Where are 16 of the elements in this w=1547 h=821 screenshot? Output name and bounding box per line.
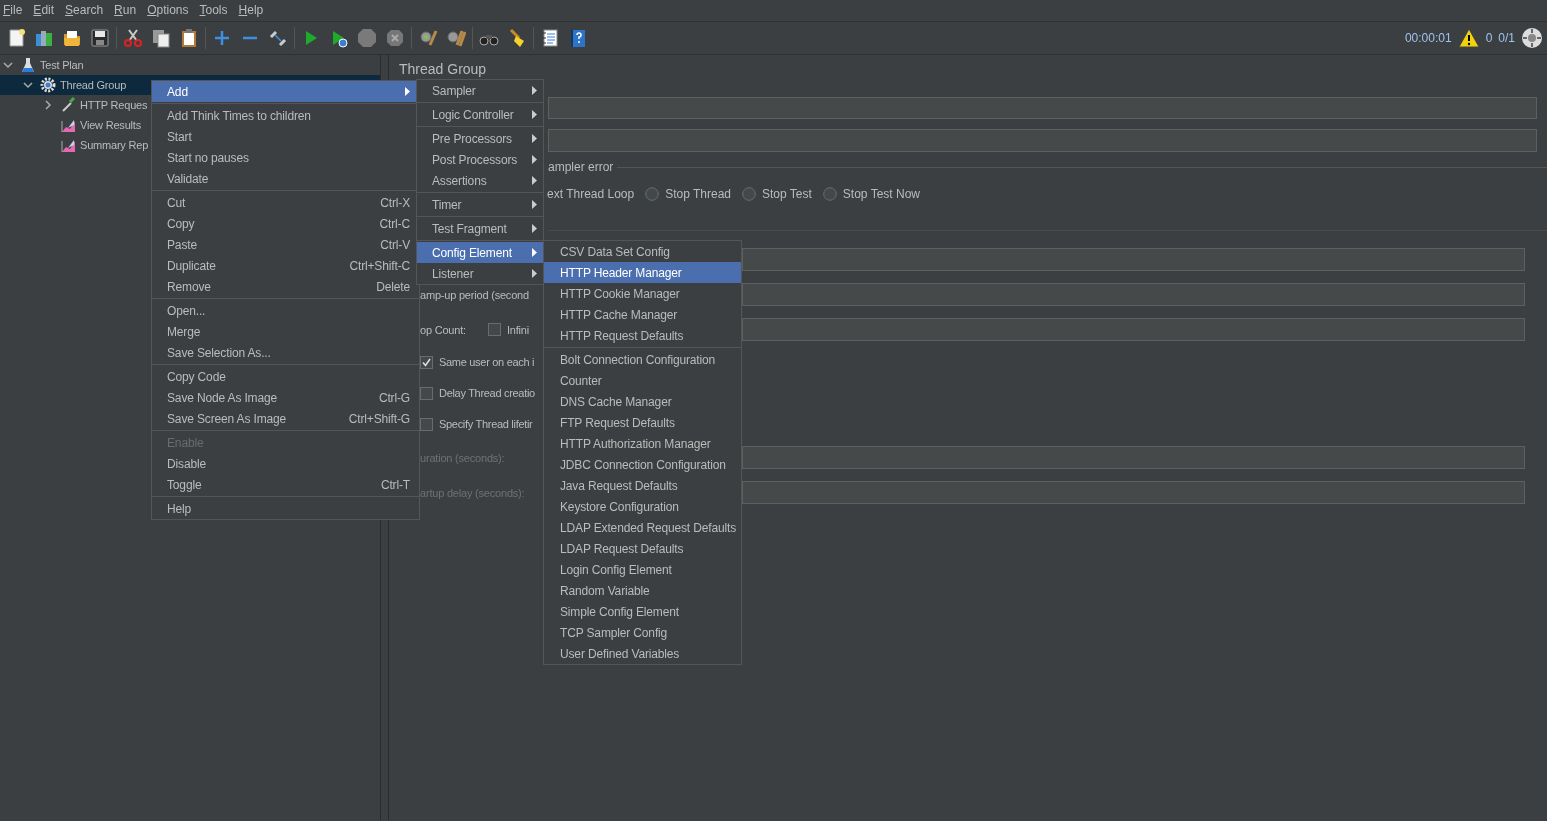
field-label: op Count: [420, 323, 466, 336]
shortcut-text: Ctrl-C [378, 216, 410, 231]
shortcut-text: Ctrl+Shift-G [347, 411, 410, 426]
shortcut-text: Ctrl-X [379, 195, 410, 210]
shortcut-text: Ctrl-V [379, 237, 410, 252]
panel-title: Thread Group [398, 61, 488, 79]
group-legend: ampler error [548, 160, 614, 174]
radio-label: ext Thread Loop [547, 187, 635, 201]
error-count: 0 [1485, 31, 1493, 45]
elapsed-time: 00:00:01 [1404, 31, 1452, 45]
field-label: amp-up period (second [420, 288, 529, 301]
shortcut-text: Ctrl-G [377, 390, 410, 405]
thread-count: 0/1 [1498, 31, 1515, 45]
shortcut-text: Delete [375, 279, 410, 294]
shortcut-text: Ctrl-T [379, 477, 410, 492]
shortcut-text: Ctrl+Shift-C [348, 258, 410, 273]
